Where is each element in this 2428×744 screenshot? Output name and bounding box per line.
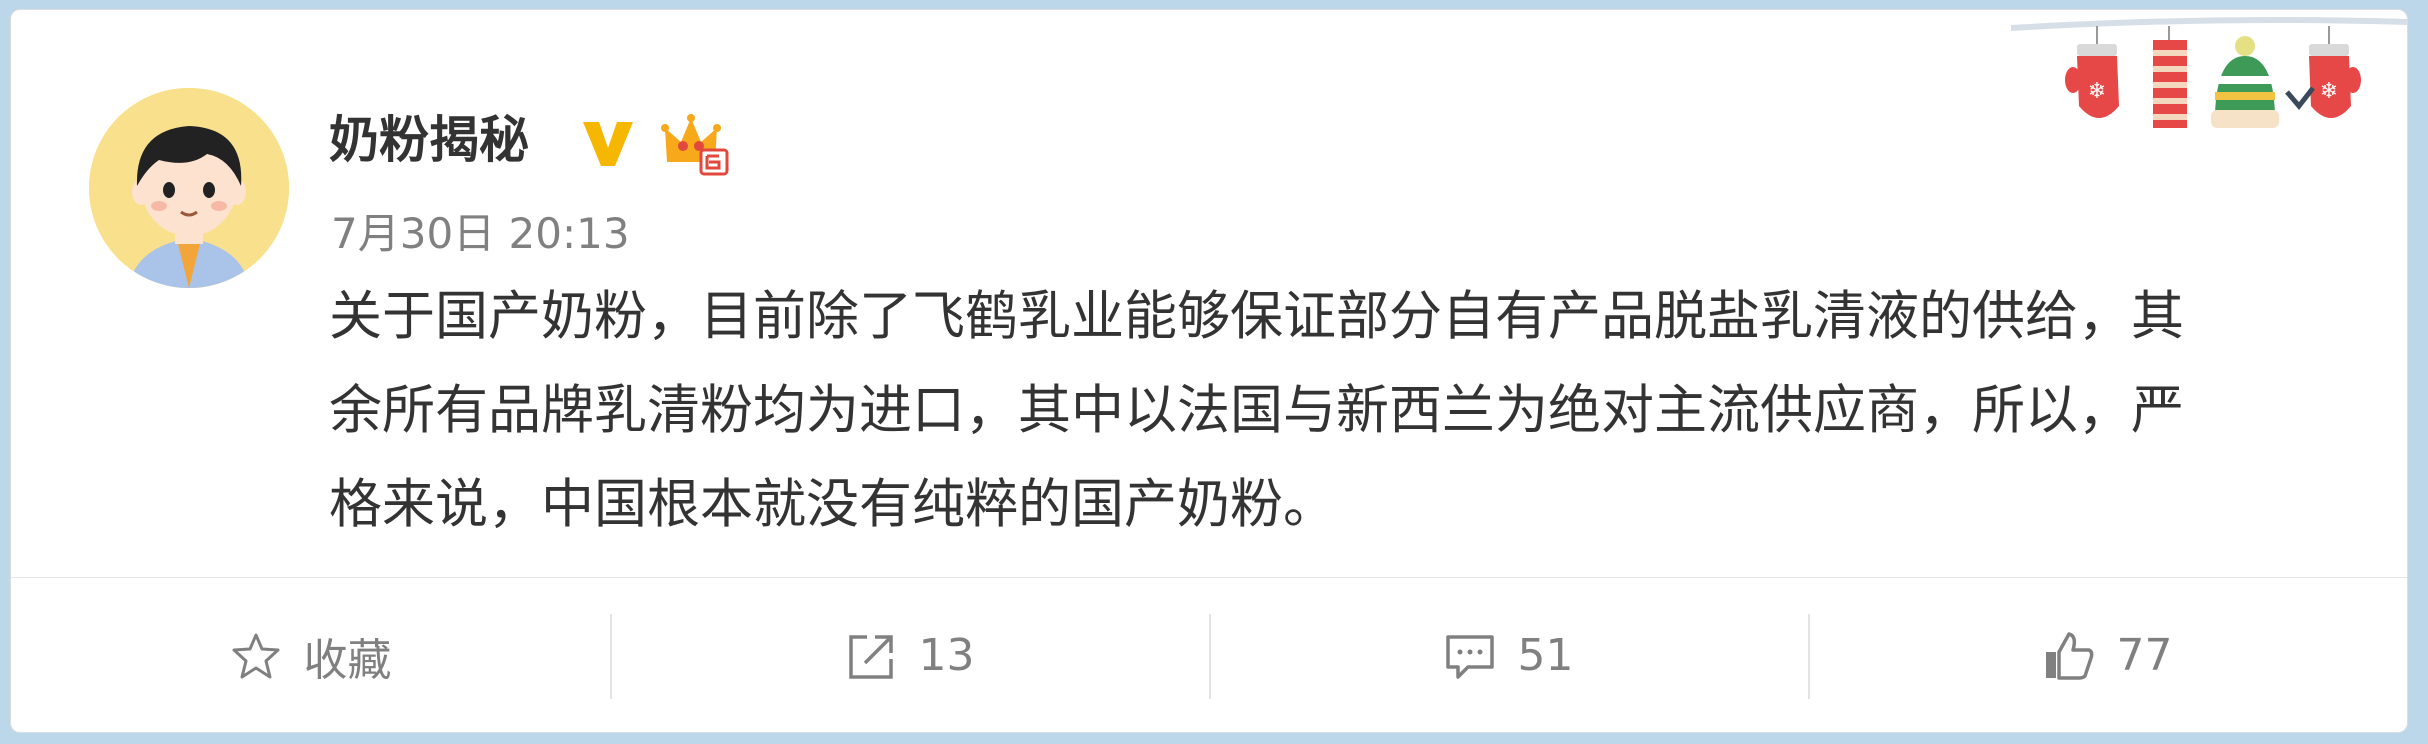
avatar[interactable] bbox=[89, 88, 289, 288]
favorite-button[interactable]: 收藏 bbox=[11, 578, 610, 732]
thumbs-up-icon bbox=[2043, 630, 2095, 682]
repost-count: 13 bbox=[918, 630, 975, 681]
star-icon bbox=[230, 631, 282, 681]
content-line: 关于国产奶粉，目前除了飞鹤乳业能够保证部分自有产品脱盐乳清液的供给，其 bbox=[329, 286, 2184, 347]
action-bar: 收藏 13 51 77 bbox=[11, 577, 2407, 732]
v-verified-icon bbox=[579, 118, 637, 174]
post-content: 关于国产奶粉，目前除了飞鹤乳业能够保证部分自有产品脱盐乳清液的供给，其 余所有品… bbox=[329, 270, 2339, 552]
weibo-post-card: 奶粉揭秘 7月30日 20:13 关于国产奶粉，目前除了飞鹤乳业能够保证部分自有… bbox=[10, 9, 2408, 733]
card-skin-decoration: ❄ ❄ bbox=[2010, 10, 2407, 164]
svg-text:❄: ❄ bbox=[2088, 79, 2106, 104]
like-count: 77 bbox=[2116, 630, 2173, 681]
svg-text:❄: ❄ bbox=[2320, 79, 2338, 104]
share-icon bbox=[845, 631, 897, 681]
crown-member-icon[interactable] bbox=[661, 110, 731, 184]
content-line: 格来说，中国根本就没有纯粹的国产奶粉。 bbox=[329, 474, 1336, 535]
favorite-label: 收藏 bbox=[303, 634, 392, 686]
content-line: 余所有品牌乳清粉均为进口，其中以法国与新西兰为绝对主流供应商，所以，严 bbox=[329, 380, 2184, 441]
repost-button[interactable]: 13 bbox=[610, 578, 1209, 732]
comment-icon bbox=[1444, 631, 1496, 681]
like-button[interactable]: 77 bbox=[1808, 578, 2407, 732]
comment-button[interactable]: 51 bbox=[1209, 578, 1808, 732]
post-time[interactable]: 7月30日 20:13 bbox=[331, 208, 630, 260]
author-name[interactable]: 奶粉揭秘 bbox=[329, 110, 529, 170]
comment-count: 51 bbox=[1517, 630, 1574, 681]
